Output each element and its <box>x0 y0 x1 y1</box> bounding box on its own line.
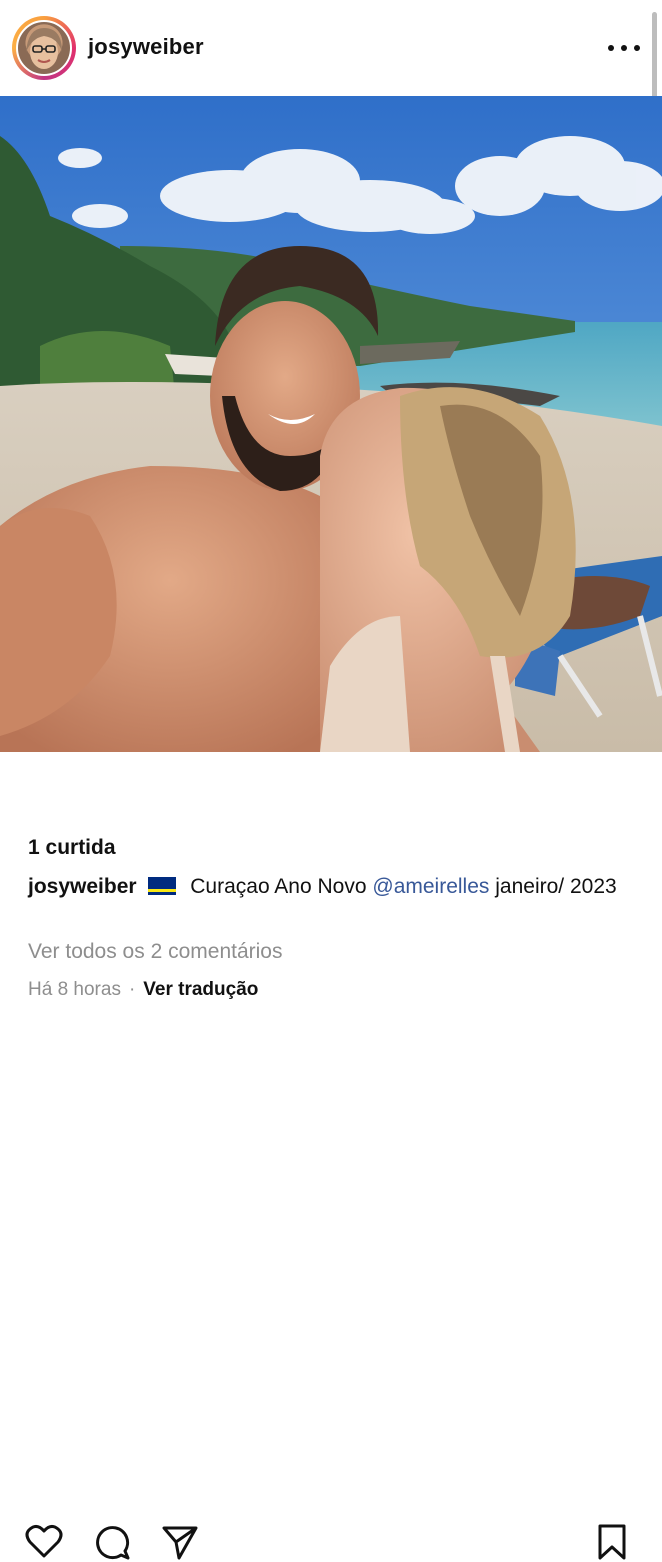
story-ring[interactable] <box>12 16 76 80</box>
curacao-flag-icon <box>148 877 177 895</box>
avatar[interactable] <box>16 20 72 76</box>
send-icon[interactable] <box>160 1522 200 1562</box>
caption-username[interactable]: josyweiber <box>28 875 137 898</box>
action-bar <box>0 752 662 1560</box>
likes-count[interactable]: 1 curtida <box>28 836 116 860</box>
separator: · <box>128 979 136 1000</box>
post-photo[interactable] <box>0 96 662 752</box>
view-comments-link[interactable]: Ver todos os 2 comentários <box>28 940 282 964</box>
more-options-icon[interactable] <box>608 36 640 60</box>
translate-link[interactable]: Ver tradução <box>143 979 258 1000</box>
caption-text-end: janeiro/ 2023 <box>495 875 617 898</box>
caption-mention[interactable]: @ameirelles <box>372 875 489 898</box>
caption-text: Curaçao Ano Novo <box>190 875 367 898</box>
post-caption: josyweiber Curaçao Ano Novo @ameirelles … <box>28 873 638 901</box>
dot <box>608 45 614 51</box>
comment-icon[interactable] <box>92 1522 132 1562</box>
post-header: josyweiber <box>0 0 662 96</box>
post-meta: Há 8 horas · Ver tradução <box>28 979 258 1001</box>
heart-icon[interactable] <box>24 1522 64 1562</box>
bookmark-icon[interactable] <box>592 1522 632 1562</box>
post-username[interactable]: josyweiber <box>88 34 204 60</box>
dot <box>634 45 640 51</box>
dot <box>621 45 627 51</box>
timestamp: Há 8 horas <box>28 979 121 1000</box>
